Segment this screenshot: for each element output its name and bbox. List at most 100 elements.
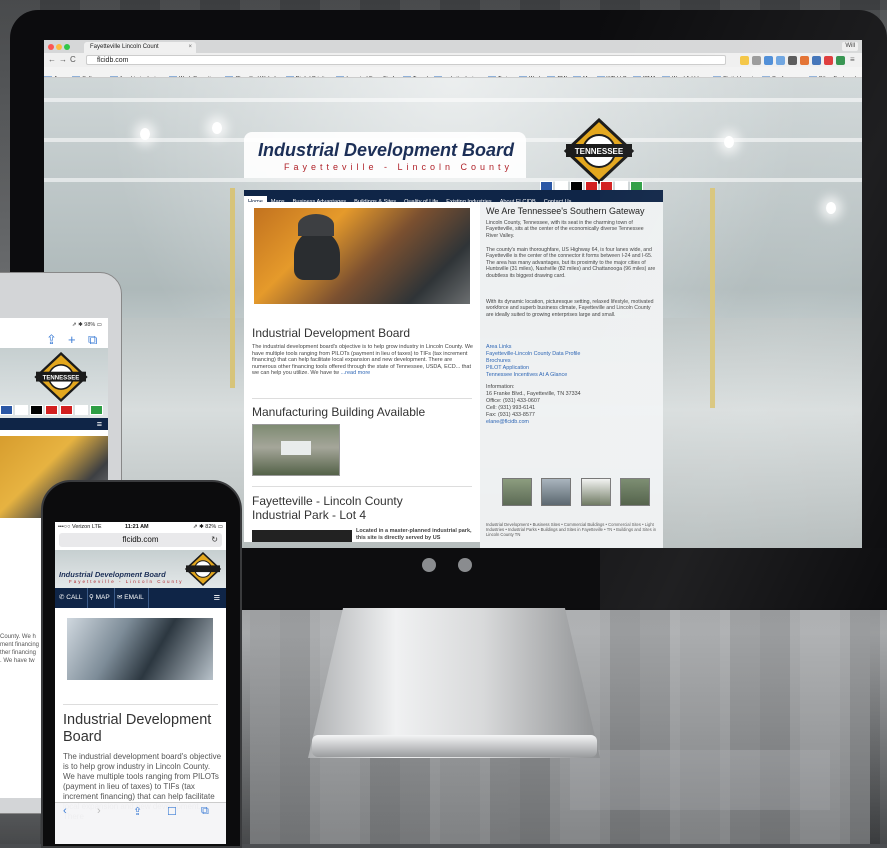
extension-icon[interactable] (836, 56, 845, 65)
sidebar-link[interactable]: Tennessee Incentives At A Glance (486, 372, 567, 378)
call-label: CALL (66, 594, 83, 601)
site-title[interactable]: Industrial Development Board (59, 570, 166, 579)
extension-icon[interactable] (812, 56, 821, 65)
divider (63, 704, 218, 705)
back-icon[interactable]: ‹ (63, 805, 67, 817)
extension-icon[interactable] (740, 56, 749, 65)
sidebar-link[interactable]: PILOT Application (486, 365, 529, 371)
gallery-thumbnail[interactable] (541, 478, 572, 506)
close-window-icon[interactable] (48, 44, 54, 50)
lot-photo[interactable] (252, 530, 352, 542)
flag-icon[interactable] (60, 405, 73, 415)
flag-icon[interactable] (15, 405, 28, 415)
bookmarks-icon[interactable]: ☐ (167, 805, 177, 818)
tennessee-badge-icon: TENNESSEE (34, 352, 88, 402)
battery: ⇗ ✱ 82% ▭ (192, 524, 223, 530)
section-heading: Fayetteville - Lincoln County Industrial… (252, 494, 403, 522)
phone-screen: •••○○ Verizon LTE 11:21 AM ⇗ ✱ 82% ▭ flc… (55, 522, 226, 844)
sidebar-link[interactable]: Area Links (486, 344, 511, 350)
hamburger-menu-icon[interactable]: ≡ (97, 418, 102, 430)
gallery-thumbnail[interactable] (580, 478, 611, 506)
sidebar-paragraph: The county's main thoroughfare, US Highw… (486, 247, 656, 279)
address: 16 Franke Blvd., Fayetteville, TN 37334 (486, 391, 581, 397)
site-navigation: Home Maps Business Advantages Buildings & S… (244, 190, 663, 202)
sidebar: We Are Tennessee's Southern Gateway Linc… (480, 202, 663, 548)
ceiling-lamp (724, 136, 734, 148)
gallery-thumbnails (502, 478, 655, 511)
pillar (710, 188, 715, 408)
extension-icon[interactable] (800, 56, 809, 65)
gallery-thumbnail[interactable] (502, 478, 532, 506)
section-heading: Manufacturing Building Available (252, 405, 426, 419)
ceiling-lamp (212, 122, 222, 134)
tennessee-badge-icon: TENNESSEE (563, 118, 635, 184)
section-heading: Industrial Development Board (63, 712, 212, 745)
tabs-icon[interactable]: ⧉ (201, 805, 209, 818)
site-title[interactable]: Industrial Development Board (258, 140, 514, 161)
hero-photo (254, 208, 470, 304)
read-more-link[interactable]: ...read more (341, 370, 371, 376)
main-column: Industrial Development Board The industr… (244, 202, 480, 542)
monitor-indicator (422, 558, 436, 572)
hamburger-menu-icon[interactable]: ≡ (214, 588, 220, 608)
share-icon[interactable]: ⇪ (133, 805, 142, 818)
flag-icon[interactable] (30, 405, 43, 415)
extension-icon[interactable] (752, 56, 761, 65)
zoom-window-icon[interactable] (64, 44, 70, 50)
email-link[interactable]: elane@flcidb.com (486, 419, 529, 425)
sidebar-link[interactable]: Brochures (486, 358, 511, 364)
tabs-icon[interactable]: ⧉ (88, 332, 97, 348)
extension-icon[interactable] (776, 56, 785, 65)
extension-icon[interactable] (764, 56, 773, 65)
reload-icon[interactable]: C (70, 54, 76, 66)
address-bar[interactable]: flcidb.com ↻ (59, 533, 222, 547)
flag-icon[interactable] (0, 405, 13, 415)
profile-button[interactable]: Will (842, 42, 858, 51)
carrier: •••○○ Verizon LTE (58, 524, 102, 530)
extension-icon[interactable] (824, 56, 833, 65)
monitor-stand-base (312, 735, 597, 757)
pillar (230, 188, 235, 388)
tablet-menu-bar: ≡ (0, 418, 108, 430)
web-page: Industrial Development Board Fayettevill… (44, 78, 862, 548)
sidebar-paragraph: Lincoln County, Tennessee, with its seat… (486, 220, 644, 239)
address-bar[interactable]: flcidb.com (86, 55, 726, 65)
lot-description: Located in a master-planned industrial p… (356, 528, 472, 541)
site-header: Industrial Development Board Fayettevill… (244, 132, 526, 178)
forward-icon[interactable]: › (97, 805, 101, 817)
site-subtitle: Fayetteville - Lincoln County (69, 579, 184, 584)
reload-icon[interactable]: ↻ (211, 533, 218, 547)
share-icon[interactable]: ⇪ (46, 332, 57, 348)
gallery-thumbnail[interactable] (620, 478, 651, 506)
forward-icon[interactable]: → (59, 54, 67, 66)
fax: Fax: (931) 433-8577 (486, 412, 535, 418)
browser-tab[interactable]: Fayetteville Lincoln Count × (84, 42, 196, 53)
cell-phone: Cell: (931) 993-6141 (486, 405, 536, 411)
clock: 11:21 AM (125, 524, 149, 530)
add-tab-icon[interactable]: + (68, 332, 76, 347)
extension-icon[interactable] (788, 56, 797, 65)
minimize-window-icon[interactable] (56, 44, 62, 50)
building-photo[interactable] (252, 424, 340, 476)
call-button[interactable]: ✆ CALL (55, 588, 88, 608)
flag-icon[interactable] (45, 405, 58, 415)
bookmarks-bar: AppsSoftwareilonal train desiresWork Ope… (44, 67, 862, 78)
safari-bottom-toolbar: ‹ › ⇪ ☐ ⧉ (55, 802, 226, 844)
badge-text: TENNESSEE (575, 147, 624, 156)
monitor-screen: Fayetteville Lincoln Count × Will ← → C … (44, 40, 862, 548)
sidebar-paragraph: With its dynamic location, picturesque s… (486, 299, 654, 318)
badge-text: TENNESSEE (43, 375, 80, 381)
flag-icon[interactable] (90, 405, 103, 415)
divider (252, 486, 472, 487)
sidebar-title: We Are Tennessee's Southern Gateway (486, 206, 645, 216)
browser-tabstrip: Fayetteville Lincoln Count × Will (44, 40, 862, 53)
back-icon[interactable]: ← (48, 54, 56, 66)
map-button[interactable]: ⚲ MAP (85, 588, 115, 608)
email-button[interactable]: ✉ EMAIL (113, 588, 149, 608)
tab-close-icon[interactable]: × (188, 42, 192, 53)
menu-icon[interactable]: ≡ (850, 54, 855, 66)
office-phone: Office: (931) 433-0607 (486, 398, 540, 404)
flag-icon[interactable] (75, 405, 88, 415)
sidebar-link[interactable]: Fayetteville-Lincoln County Data Profile (486, 351, 580, 357)
map-label: MAP (95, 594, 110, 601)
